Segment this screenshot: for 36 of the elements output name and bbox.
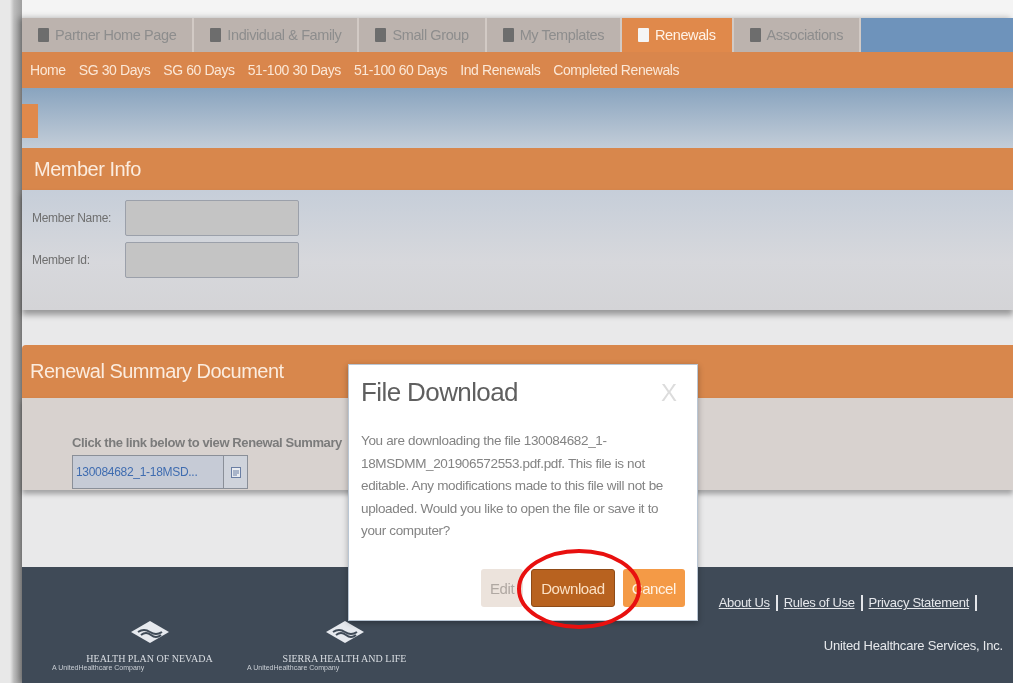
input-field[interactable]	[125, 242, 299, 278]
document-icon	[230, 466, 241, 478]
footer-link[interactable]: Privacy Statement	[862, 595, 977, 611]
document-icon	[749, 28, 761, 42]
file-field[interactable]: 130084682_1-18MSD...	[72, 455, 248, 489]
document-icon	[210, 28, 222, 42]
subnav-link[interactable]: 51-100 30 Days	[247, 62, 341, 78]
subnav-link[interactable]: Home	[30, 62, 66, 78]
subnav-link[interactable]: Ind Renewals	[460, 62, 541, 78]
logo-name: HEALTH PLAN OF NEVADA	[86, 653, 213, 664]
dialog-button[interactable]: Edit	[480, 569, 524, 607]
field-label: Member Id:	[32, 253, 91, 267]
document-icon	[502, 28, 514, 42]
subnav-link[interactable]: SG 60 Days	[163, 62, 235, 78]
file-button[interactable]	[223, 456, 247, 488]
document-icon	[375, 28, 387, 42]
document-icon	[38, 28, 49, 42]
logo-name: SIERRA HEALTH AND LIFE	[282, 653, 407, 664]
subnav-link[interactable]: 51-100 60 Days	[353, 62, 448, 78]
diamond-logo-icon	[130, 621, 169, 643]
subnav-link[interactable]: SG 30 Days	[78, 62, 151, 78]
dialog-button[interactable]: Download	[531, 569, 615, 607]
panel-header: Member Info	[22, 148, 1013, 190]
diamond-logo-icon	[325, 621, 364, 643]
copyright-text: United Healthcare Services, Inc.	[823, 638, 1003, 653]
footer-link[interactable]: About Us	[712, 595, 778, 611]
dialog-message: You are downloading the file 130084682_1-18MSDMM_201906572553.pdf.pdf. This file is not editable. Any modifications made to this file will not be uploaded. Would you like to open the file or save it to your computer?	[361, 432, 664, 540]
field-label: Member Name:	[32, 211, 113, 225]
nav-tab[interactable]: Renewals	[622, 18, 734, 52]
side-marker	[22, 104, 38, 138]
instruction-text: Click the link below to view Renewal Summary	[72, 435, 342, 450]
file-link[interactable]: 130084682_1-18MSD...	[73, 456, 223, 488]
input-field[interactable]	[125, 200, 299, 236]
footer-link[interactable]: Rules of Use	[777, 595, 863, 611]
subnav-link[interactable]: Completed Renewals	[553, 62, 680, 78]
document-icon	[638, 28, 650, 42]
